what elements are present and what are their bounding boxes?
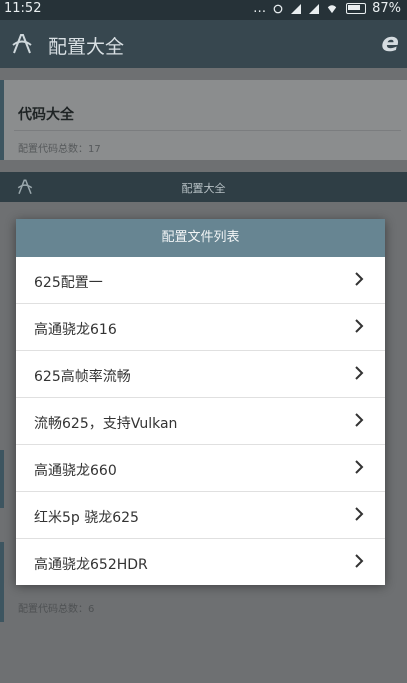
list-item[interactable]: 高通骁龙660: [16, 445, 385, 492]
chevron-right-icon: [355, 366, 364, 380]
card-stripe: [0, 542, 4, 622]
chevron-right-icon: [355, 413, 364, 427]
card-stripe: [0, 450, 4, 508]
alarm-icon: [273, 4, 283, 13]
config-list-dialog: 配置文件列表 625配置一 高通骁龙616 625高帧率流畅 流畅625，支持V…: [16, 219, 385, 585]
list-item[interactable]: 高通骁龙616: [16, 304, 385, 351]
chevron-right-icon: [355, 272, 364, 286]
battery-level: 87%: [372, 1, 401, 16]
signal-icon: [291, 3, 302, 14]
chevron-right-icon: [355, 554, 364, 568]
list-item-label: 高通骁龙660: [34, 463, 117, 479]
list-item[interactable]: 红米5p 骁龙625: [16, 492, 385, 539]
status-time: 11:52: [4, 1, 42, 16]
signal-icon-2: [309, 3, 320, 14]
wifi-icon: [327, 4, 337, 13]
more-dots-icon: …: [253, 1, 267, 16]
chevron-right-icon: [355, 460, 364, 474]
app-logo-icon: [12, 34, 32, 54]
card-count: 配置代码总数：17: [18, 144, 101, 155]
list-item[interactable]: 625高帧率流畅: [16, 351, 385, 398]
bottom-card-count: 配置代码总数：6: [18, 604, 95, 615]
list-item-label: 红米5p 骁龙625: [34, 510, 139, 526]
sub-header-title: 配置大全: [181, 182, 226, 195]
list-item[interactable]: 625配置一: [16, 257, 385, 304]
list-item-label: 流畅625，支持Vulkan: [34, 416, 178, 432]
browser-e-icon[interactable]: e: [381, 28, 399, 58]
battery-icon: [346, 3, 367, 14]
status-bar: 11:52 … 87%: [0, 0, 407, 20]
list-item-label: 高通骁龙616: [34, 322, 117, 338]
card-title: 代码大全: [18, 107, 74, 123]
app-title: 配置大全: [48, 36, 125, 58]
list-item-label: 高通骁龙652HDR: [34, 557, 148, 573]
list-item-label: 625高帧率流畅: [34, 369, 131, 385]
list-item[interactable]: 高通骁龙652HDR: [16, 539, 385, 585]
sub-header: 配置大全: [0, 172, 407, 202]
list-item-label: 625配置一: [34, 275, 103, 291]
config-list: 625配置一 高通骁龙616 625高帧率流畅 流畅625，支持Vulkan 高…: [16, 257, 385, 585]
list-item[interactable]: 流畅625，支持Vulkan: [16, 398, 385, 445]
code-card[interactable]: 代码大全 配置代码总数：17: [0, 80, 407, 160]
divider: [14, 130, 401, 131]
app-bar: 配置大全 e: [0, 20, 407, 68]
status-icons: … 87%: [253, 1, 401, 16]
chevron-right-icon: [355, 319, 364, 333]
chevron-right-icon: [355, 507, 364, 521]
dialog-title: 配置文件列表: [16, 219, 385, 257]
